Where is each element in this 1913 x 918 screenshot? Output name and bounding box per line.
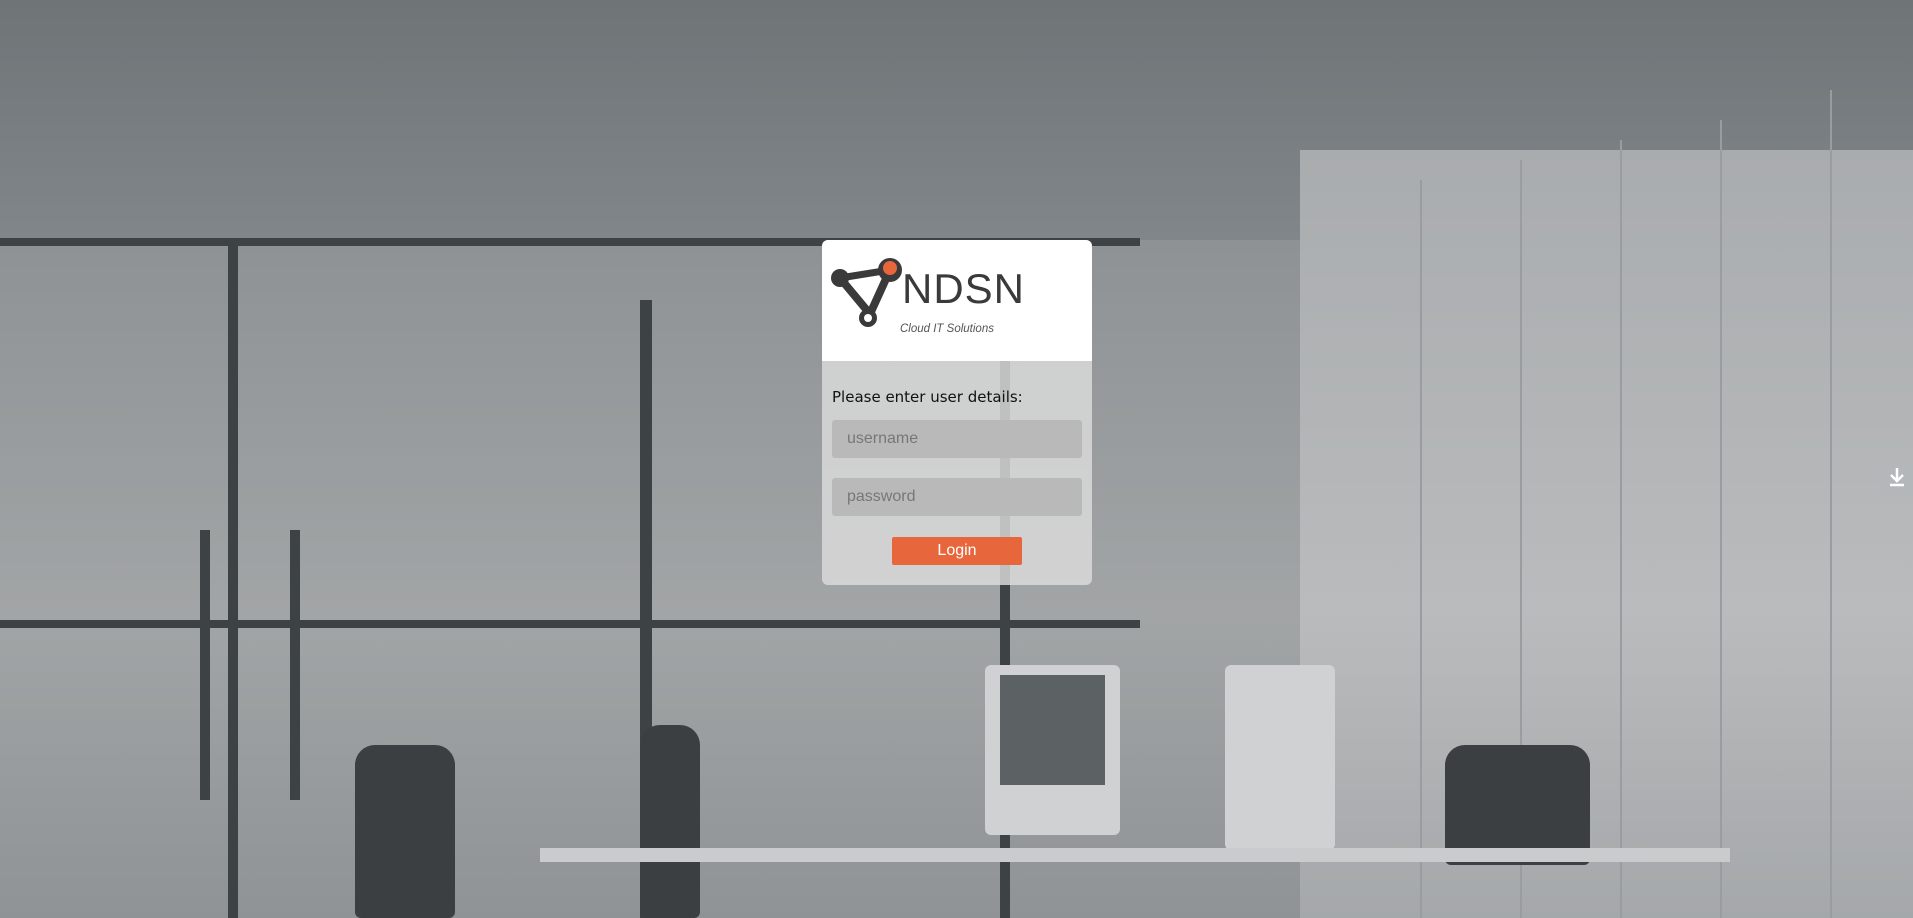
logo-area: NDSN Cloud IT Solutions [822,240,1092,361]
background-chair [640,725,700,918]
door-handle [200,530,210,800]
login-prompt: Please enter user details: [832,388,1023,406]
login-form: Please enter user details: Login [822,388,1092,565]
molecule-logo-icon [831,258,902,327]
background-monitor-screen [1000,675,1105,785]
logo-text: NDSN [902,265,1026,312]
background-chair [355,745,455,918]
window-mullion [0,620,1140,628]
door-handle [290,530,300,800]
wall-panel-line [1830,90,1832,918]
password-field[interactable] [832,478,1082,516]
background-desk [540,848,1730,862]
wall-panel-line [1720,120,1722,918]
login-card: NDSN Cloud IT Solutions Please enter use… [822,240,1092,585]
background-monitor [1225,665,1335,850]
side-download-tab[interactable] [1881,459,1913,495]
window-mullion [228,240,238,918]
background-chair [1445,745,1590,865]
wall-panel-line [1620,140,1622,918]
logo-tagline: Cloud IT Solutions [900,323,994,335]
login-button[interactable]: Login [892,537,1022,565]
wall-panel-line [1420,180,1422,918]
username-field[interactable] [832,420,1082,458]
download-icon [1890,468,1904,487]
background-wall [1300,150,1913,918]
